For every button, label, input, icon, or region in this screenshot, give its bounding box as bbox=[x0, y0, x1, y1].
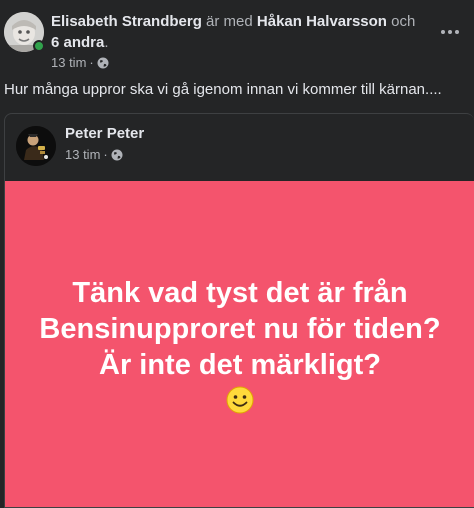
shared-post-timestamp[interactable]: 13 tim bbox=[65, 147, 100, 162]
post-header-text: Elisabeth Strandberg är med Håkan Halvar… bbox=[51, 11, 426, 53]
shared-author-avatar[interactable] bbox=[16, 126, 56, 166]
meta-separator: · bbox=[89, 55, 94, 70]
with-text: är med bbox=[206, 13, 253, 30]
shared-post-meta: 13 tim · bbox=[65, 147, 123, 162]
colored-status-background: Tänk vad tyst det är från Bensinupproret… bbox=[5, 181, 474, 507]
post-text: Hur många uppror ska vi gå igenom innan … bbox=[4, 81, 442, 98]
post-author-name[interactable]: Elisabeth Strandberg bbox=[51, 13, 202, 30]
shared-post-card[interactable]: Peter Peter 13 tim · Tänk vad tyst det ä… bbox=[4, 113, 474, 508]
author-avatar-wrap[interactable] bbox=[4, 12, 45, 52]
smiling-face-emoji bbox=[226, 386, 254, 414]
globe-icon[interactable] bbox=[111, 149, 123, 161]
status-text: Tänk vad tyst det är från Bensinupproret… bbox=[39, 277, 441, 381]
shared-author-name[interactable]: Peter Peter bbox=[65, 125, 144, 142]
and-text: och bbox=[391, 13, 416, 30]
others-link[interactable]: 6 andra bbox=[51, 34, 104, 51]
post-timestamp[interactable]: 13 tim bbox=[51, 55, 86, 70]
shared-post-header: Peter Peter 13 tim · bbox=[5, 114, 474, 181]
more-options-icon[interactable] bbox=[438, 22, 462, 42]
online-status-indicator bbox=[33, 40, 45, 52]
shared-meta-separator: · bbox=[103, 147, 108, 162]
post-meta: 13 tim · bbox=[51, 55, 109, 70]
period-text: . bbox=[104, 34, 109, 51]
tagged-person-link[interactable]: Håkan Halvarsson bbox=[257, 13, 387, 30]
globe-icon[interactable] bbox=[97, 57, 109, 69]
post-header: Elisabeth Strandberg är med Håkan Halvar… bbox=[0, 0, 474, 72]
